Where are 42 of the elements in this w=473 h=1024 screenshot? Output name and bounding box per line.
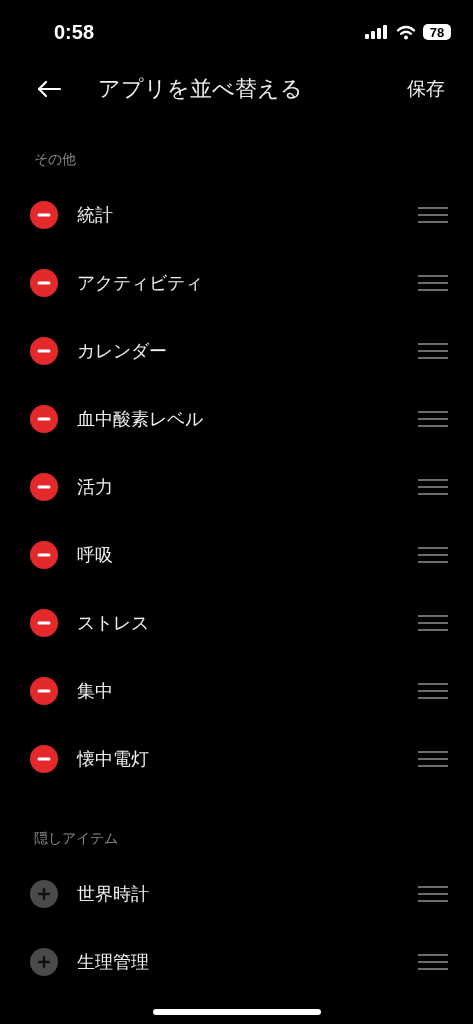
drag-handle-icon[interactable]: [418, 547, 448, 563]
remove-icon[interactable]: [30, 473, 58, 501]
drag-handle-icon[interactable]: [418, 343, 448, 359]
app-name: 集中: [77, 679, 114, 703]
page-title: アプリを並べ替える: [98, 75, 304, 103]
app-name: 血中酸素レベル: [77, 407, 204, 431]
app-name: ストレス: [77, 611, 150, 635]
drag-handle-icon[interactable]: [418, 207, 448, 223]
drag-handle-icon[interactable]: [418, 751, 448, 767]
app-name: 活力: [77, 475, 114, 499]
add-icon[interactable]: [30, 880, 58, 908]
drag-handle-icon[interactable]: [418, 275, 448, 291]
section-header: 隠しアイテム: [34, 829, 119, 848]
status-time: 0:58: [54, 20, 95, 44]
app-name: 統計: [77, 203, 114, 227]
app-name: 世界時計: [77, 882, 150, 906]
drag-handle-icon[interactable]: [418, 954, 448, 970]
remove-icon[interactable]: [30, 745, 58, 773]
remove-icon[interactable]: [30, 269, 58, 297]
remove-icon[interactable]: [30, 609, 58, 637]
app-name: 呼吸: [77, 543, 114, 567]
drag-handle-icon[interactable]: [418, 615, 448, 631]
remove-icon[interactable]: [30, 405, 58, 433]
app-name: 生理管理: [77, 950, 150, 974]
app-name: カレンダー: [77, 339, 168, 363]
remove-icon[interactable]: [30, 337, 58, 365]
save-button[interactable]: 保存: [407, 76, 445, 102]
drag-handle-icon[interactable]: [418, 411, 448, 427]
drag-handle-icon[interactable]: [418, 886, 448, 902]
remove-icon[interactable]: [30, 201, 58, 229]
app-name: 懐中電灯: [77, 747, 150, 771]
battery-icon: 78: [423, 24, 451, 40]
remove-icon[interactable]: [30, 541, 58, 569]
section-header: その他: [34, 150, 77, 169]
drag-handle-icon[interactable]: [418, 683, 448, 699]
back-button[interactable]: [36, 80, 62, 98]
drag-handle-icon[interactable]: [418, 479, 448, 495]
signal-icon: [365, 25, 389, 39]
app-name: アクティビティ: [77, 271, 204, 295]
add-icon[interactable]: [30, 948, 58, 976]
remove-icon[interactable]: [30, 677, 58, 705]
wifi-icon: [396, 24, 416, 40]
